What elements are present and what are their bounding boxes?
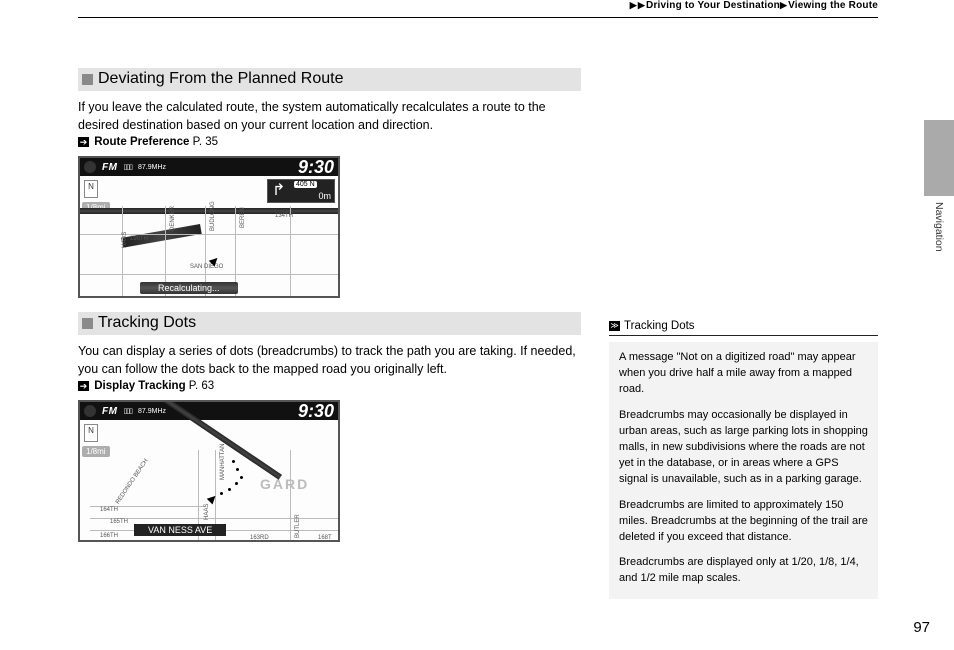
sidebar-paragraph: Breadcrumbs may occasionally be displaye… [619, 408, 868, 488]
section-tab-label: Navigation [933, 202, 945, 252]
section-heading-tracking: Tracking Dots [78, 312, 581, 335]
triangle-icon: ▶ [630, 0, 637, 11]
page-number: 97 [913, 619, 930, 636]
section-tab [924, 120, 954, 196]
triangle-icon: ▶ [780, 0, 787, 11]
route-badge: 405 N [294, 181, 317, 188]
main-column: Deviating From the Planned Route If you … [78, 68, 581, 599]
north-icon: N [84, 424, 98, 442]
cross-reference: ➔ Display Tracking P. 63 [78, 380, 581, 392]
scale-badge: 1/8mi [82, 446, 110, 457]
link-icon: ➔ [78, 137, 89, 147]
clock: 9:30 [298, 401, 334, 422]
nav-screenshot-tracking: FM ▯▯▯ 87.9MHz 9:30 N 1/8mi GARD 16 [78, 400, 340, 542]
signal-icon: ▯▯▯ [123, 407, 132, 415]
link-icon: ➔ [78, 381, 89, 391]
vehicle-icon [206, 488, 223, 505]
sidebar-column: ≫ Tracking Dots A message "Not on a digi… [609, 68, 878, 599]
triangle-icon: ▶ [638, 0, 645, 11]
square-icon [82, 74, 93, 85]
divider [78, 17, 878, 18]
nav-screenshot-recalculating: FM ▯▯▯ 87.9MHz 9:30 N 1/8mi 405 N 0m [78, 156, 340, 298]
breadcrumb: ▶▶Driving to Your Destination▶Viewing th… [78, 0, 878, 11]
nav-topbar: FM ▯▯▯ 87.9MHz 9:30 [80, 158, 338, 176]
current-street: VAN NESS AVE [134, 524, 226, 536]
home-icon [84, 161, 96, 173]
section2-body: You can display a series of dots (breadc… [78, 343, 581, 378]
sidebar-paragraph: A message "Not on a digitized road" may … [619, 350, 868, 398]
clock: 9:30 [298, 157, 334, 178]
turn-instruction: 405 N 0m [267, 179, 335, 203]
section1-body: If you leave the calculated route, the s… [78, 99, 581, 134]
home-icon [84, 405, 96, 417]
section-heading-deviating: Deviating From the Planned Route [78, 68, 581, 91]
map-area: N 1/8mi GARD 164TH 165TH 166TH HAAS REDO… [80, 420, 338, 540]
radio-frequency: 87.9MHz [138, 164, 166, 171]
note-icon: ≫ [609, 321, 620, 331]
radio-band: FM [102, 406, 117, 417]
map-area: N 1/8mi 405 N 0m HAAS [80, 176, 338, 296]
radio-band: FM [102, 162, 117, 173]
north-icon: N [84, 180, 98, 198]
sidebar-paragraph: Breadcrumbs are limited to approximately… [619, 498, 868, 546]
turn-arrow-icon [272, 183, 288, 199]
square-icon [82, 318, 93, 329]
sidebar-paragraph: Breadcrumbs are displayed only at 1/20, … [619, 555, 868, 587]
cross-reference: ➔ Route Preference P. 35 [78, 136, 581, 148]
status-message: Recalculating... [140, 282, 238, 294]
signal-icon: ▯▯▯ [123, 163, 132, 171]
sidebar-heading: ≫ Tracking Dots [609, 320, 878, 336]
sidebar-body: A message "Not on a digitized road" may … [609, 342, 878, 599]
turn-distance: 0m [318, 191, 331, 201]
radio-frequency: 87.9MHz [138, 408, 166, 415]
nav-topbar: FM ▯▯▯ 87.9MHz 9:30 [80, 402, 338, 420]
